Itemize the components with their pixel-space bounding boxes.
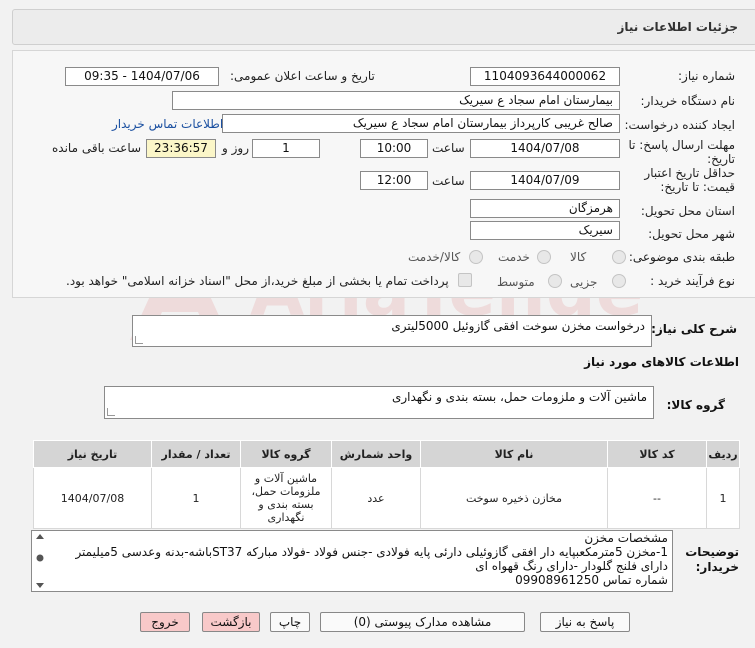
table-row: 1 -- مخازن ذخیره سوخت عدد ماشین آلات و م… bbox=[33, 467, 740, 529]
notes-line: 1-مخزن 5مترمکعبپایه دار افقی گازوئیلی دا… bbox=[75, 545, 668, 559]
days-remaining-field: 1 bbox=[252, 139, 320, 158]
need-number-field: 1104093644000062 bbox=[470, 67, 620, 86]
validity-date-field: 1404/07/09 bbox=[470, 171, 620, 190]
need-number-label: شماره نیاز: bbox=[678, 69, 735, 83]
cell-quantity: 1 bbox=[151, 467, 241, 529]
cell-goods-code: -- bbox=[607, 467, 707, 529]
category-radio-goods-service[interactable] bbox=[469, 250, 483, 264]
process-radio-minor[interactable] bbox=[612, 274, 626, 288]
category-label: طبقه بندی موضوعی: bbox=[628, 250, 735, 264]
exit-button[interactable]: خروج bbox=[140, 612, 190, 632]
col-row-number: ردیف bbox=[706, 440, 740, 468]
summary-text: درخواست مخزن سوخت افقی گازوئیل 5000لیتری bbox=[391, 319, 645, 333]
scrollbar-arrows-icon bbox=[36, 534, 44, 588]
goods-section-title: اطلاعات کالاهای مورد نیاز bbox=[584, 355, 739, 369]
cell-unit: عدد bbox=[331, 467, 421, 529]
scrollbar[interactable] bbox=[34, 533, 46, 589]
print-button[interactable]: چاپ bbox=[270, 612, 310, 632]
process-option-medium: متوسط bbox=[497, 275, 535, 289]
col-goods-name: نام کالا bbox=[420, 440, 608, 468]
city-field: سیریک bbox=[470, 221, 620, 240]
deadline-label-date: تاریخ: bbox=[707, 152, 735, 166]
category-radio-service[interactable] bbox=[537, 250, 551, 264]
col-goods-code: کد کالا bbox=[607, 440, 707, 468]
buyer-contact-link[interactable]: اطلاعات تماس خریدار bbox=[112, 117, 223, 131]
page-header: جزئیات اطلاعات نیاز bbox=[12, 9, 755, 45]
cell-row-number: 1 bbox=[706, 467, 740, 529]
remaining-time-label: ساعت باقی مانده bbox=[52, 141, 142, 155]
buyer-name-label: نام دستگاه خریدار: bbox=[640, 94, 736, 108]
goods-group-label: گروه کالا: bbox=[666, 398, 725, 412]
cell-goods-group: ماشین آلات و ملزومات حمل، بسته بندی و نگ… bbox=[240, 467, 332, 529]
summary-label: شرح کلی نیاز: bbox=[651, 322, 737, 336]
buyer-notes-textarea[interactable]: مشخصات مخزن 1-مخزن 5مترمکعبپایه دار افقی… bbox=[31, 530, 673, 592]
request-creator-label: ایجاد کننده درخواست: bbox=[624, 118, 735, 132]
view-attachments-button[interactable]: مشاهده مدارک پیوستی (0) bbox=[320, 612, 525, 632]
col-need-date: تاریخ نیاز bbox=[33, 440, 152, 468]
deadline-time-label: ساعت bbox=[432, 141, 465, 155]
city-label: شهر محل تحویل: bbox=[648, 227, 735, 241]
remaining-time-field: 23:36:57 bbox=[146, 139, 216, 158]
announce-date-field: 1404/07/06 - 09:35 bbox=[65, 67, 219, 86]
buyer-name-field: بیمارستان امام سجاد ع سیریک bbox=[172, 91, 620, 110]
back-button[interactable]: بازگشت bbox=[202, 612, 260, 632]
process-type-label: نوع فرآیند خرید : bbox=[650, 274, 735, 288]
validity-time-label: ساعت bbox=[432, 174, 465, 188]
notes-line: مشخصات مخزن bbox=[584, 531, 668, 545]
col-unit: واحد شمارش bbox=[331, 440, 421, 468]
validity-label-date: قیمت: تا تاریخ: bbox=[660, 180, 735, 194]
announce-date-label: تاریخ و ساعت اعلان عمومی: bbox=[230, 69, 375, 83]
notes-line: دارای فلنج گلودار -دارای رنگ قهواه ای bbox=[475, 559, 668, 573]
buyer-notes-label: توضیحات bbox=[685, 545, 739, 559]
table-header-row: ردیف کد کالا نام کالا واحد شمارش گروه کا… bbox=[33, 440, 740, 468]
page-title: جزئیات اطلاعات نیاز bbox=[617, 20, 738, 34]
resize-grip-icon[interactable] bbox=[107, 408, 115, 416]
summary-textarea[interactable]: درخواست مخزن سوخت افقی گازوئیل 5000لیتری bbox=[132, 315, 652, 347]
days-label: روز و bbox=[222, 141, 249, 155]
deadline-label: مهلت ارسال پاسخ: تا bbox=[628, 138, 735, 152]
process-radio-medium[interactable] bbox=[548, 274, 562, 288]
cell-need-date: 1404/07/08 bbox=[33, 467, 152, 529]
buyer-notes-label-2: خریدار: bbox=[695, 560, 739, 574]
goods-group-text: ماشین آلات و ملزومات حمل، بسته بندی و نگ… bbox=[391, 390, 647, 404]
province-label: استان محل تحویل: bbox=[640, 204, 735, 218]
category-option-service: خدمت bbox=[498, 250, 530, 264]
province-field: هرمزگان bbox=[470, 199, 620, 218]
validity-time-field: 12:00 bbox=[360, 171, 428, 190]
col-goods-group: گروه کالا bbox=[240, 440, 332, 468]
category-option-goods-service: کالا/خدمت bbox=[408, 250, 461, 264]
goods-group-textarea[interactable]: ماشین آلات و ملزومات حمل، بسته بندی و نگ… bbox=[104, 386, 654, 419]
treasury-payment-checkbox[interactable] bbox=[458, 273, 472, 287]
deadline-time-field: 10:00 bbox=[360, 139, 428, 158]
cell-goods-name: مخازن ذخیره سوخت bbox=[420, 467, 608, 529]
treasury-payment-note: پرداخت تمام یا بخشی از مبلغ خرید،از محل … bbox=[66, 274, 449, 288]
reply-button[interactable]: پاسخ به نیاز bbox=[540, 612, 630, 632]
goods-table: ردیف کد کالا نام کالا واحد شمارش گروه کا… bbox=[33, 440, 740, 529]
deadline-date-field: 1404/07/08 bbox=[470, 139, 620, 158]
category-radio-goods[interactable] bbox=[612, 250, 626, 264]
validity-label: حداقل تاریخ اعتبار bbox=[644, 166, 735, 180]
col-quantity: تعداد / مقدار bbox=[151, 440, 241, 468]
category-option-goods: کالا bbox=[570, 250, 587, 264]
resize-grip-icon[interactable] bbox=[135, 336, 143, 344]
process-option-minor: جزیی bbox=[570, 275, 598, 289]
notes-line: شماره تماس 09908961250 bbox=[515, 573, 668, 587]
request-creator-field: صالح غریبی کارپرداز بیمارستان امام سجاد … bbox=[222, 114, 620, 133]
